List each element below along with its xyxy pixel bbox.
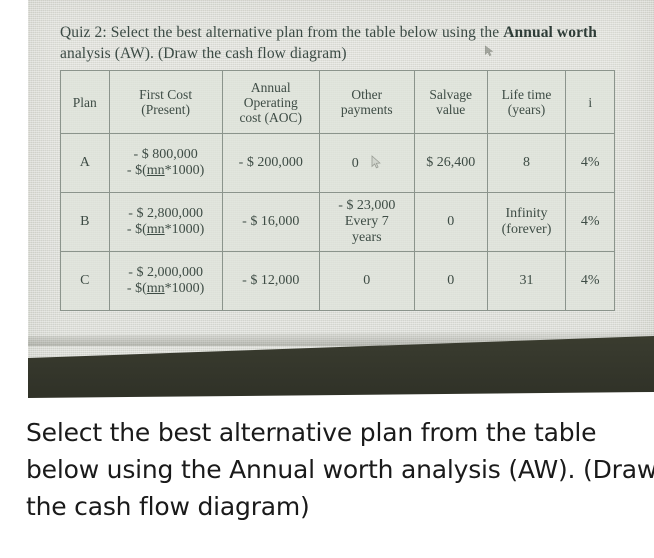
col-header-salvage-line1: Salvage [429,87,473,102]
mouse-pointer-icon [371,154,382,169]
col-header-life-line1: Life time [501,87,552,102]
cell-interest-rate: 4% [565,251,615,311]
cell-other-payments: 0 [318,133,415,193]
cell-salvage-value: $ 26,400 [413,133,488,193]
scanned-worksheet-photo: Quiz 2: Select the best alternative plan… [0,0,654,400]
cell-salvage-text: 0 [447,273,455,288]
table-header-row: Plan First Cost (Present) Annual Operati… [60,70,615,134]
cell-plan-value: B [80,214,90,229]
col-header-aoc-line3: cost (AOC) [239,109,303,125]
cell-aoc: - $ 200,000 [221,133,320,193]
table-body: A - $ 800,000 - $(mn*1000) - $ 200,000 0… [60,133,615,311]
col-header-other-payments: Other payments [318,70,415,134]
cell-interest-value: 4% [580,155,600,170]
col-header-salvage-value: Salvage value [413,70,488,134]
cell-first-cost-line2: - $(mn*1000) [126,222,205,237]
col-header-first-cost-line2: (Present) [141,102,190,117]
cell-life-line2: (forever) [501,222,552,237]
cell-plan-value: A [79,155,90,170]
cell-other-line1: - $ 23,000 [338,198,396,213]
cell-interest-rate: 4% [565,192,615,252]
col-header-other-line2: payments [340,102,393,117]
cell-plan-value: C [80,273,90,288]
cell-salvage-value: 0 [413,251,488,311]
col-header-plan: Plan [60,70,110,134]
quiz-heading-bold: Annual worth [503,24,598,41]
cell-other-payments: - $ 23,000 Every 7 years [318,192,415,252]
cell-salvage-text: $ 26,400 [426,155,476,170]
alternatives-table: Plan First Cost (Present) Annual Operati… [60,70,615,311]
col-header-salvage-line2: value [436,102,466,117]
cell-plan: B [60,192,110,252]
table-row: C - $ 2,000,000 - $(mn*1000) - $ 12,000 … [60,251,615,311]
cell-other-payments: 0 [318,251,415,311]
cell-aoc: - $ 12,000 [221,251,320,311]
cell-first-cost-line1: - $ 800,000 [133,147,198,162]
cell-other-line2: Every 7 [344,214,389,229]
cell-plan: A [60,133,110,193]
cell-life-line1: Infinity [505,206,548,221]
cell-salvage-value: 0 [413,192,488,252]
cell-life-time: 31 [486,251,567,311]
table-row: A - $ 800,000 - $(mn*1000) - $ 200,000 0… [60,133,615,193]
cell-aoc-value: - $ 12,000 [242,273,300,288]
col-header-life-line2: (years) [507,102,546,117]
cell-aoc: - $ 16,000 [221,192,320,252]
cell-interest-value: 4% [580,273,600,288]
caption-text: Select the best alternative plan from th… [26,418,654,521]
cell-life-time: 8 [486,133,567,193]
col-header-first-cost-line1: First Cost [139,87,193,102]
cell-life-line1: 31 [519,273,534,288]
col-header-interest-label: i [588,94,593,110]
cell-other-line3: years [352,230,382,245]
col-header-aoc-line1: Annual [250,79,291,95]
cell-life-time: Infinity (forever) [486,192,567,252]
cell-first-cost-line1: - $ 2,000,000 [128,265,203,280]
col-header-aoc: Annual Operating cost (AOC) [221,70,320,134]
cell-other-value: 0 [363,273,371,288]
cell-aoc-value: - $ 200,000 [238,155,303,170]
col-header-interest-rate: i [565,70,615,134]
cell-first-cost: - $ 2,000,000 - $(mn*1000) [108,251,223,311]
cell-plan: C [60,251,110,311]
cell-first-cost-line2: - $(mn*1000) [126,163,205,178]
col-header-plan-label: Plan [72,94,97,110]
col-header-aoc-line2: Operating [243,94,298,110]
cell-first-cost: - $ 800,000 - $(mn*1000) [108,133,223,193]
col-header-life-time: Life time (years) [486,70,567,134]
quiz-heading: Quiz 2: Select the best alternative plan… [60,22,630,64]
col-header-other-line1: Other [351,87,383,102]
quiz-heading-suffix: analysis (AW). (Draw the cash flow diagr… [60,45,347,62]
cell-first-cost-line1: - $ 2,800,000 [128,206,203,221]
cell-interest-rate: 4% [565,133,615,193]
cell-aoc-value: - $ 16,000 [242,214,300,229]
cell-salvage-text: 0 [447,214,455,229]
col-header-first-cost: First Cost (Present) [108,70,223,134]
quiz-heading-prefix: Quiz 2: Select the best alternative plan… [60,24,504,41]
table-row: B - $ 2,800,000 - $(mn*1000) - $ 16,000 … [60,192,615,252]
cell-first-cost: - $ 2,800,000 - $(mn*1000) [108,192,223,252]
mouse-pointer-icon [484,44,495,57]
cell-first-cost-line2: - $(mn*1000) [126,281,205,296]
cell-interest-value: 4% [580,214,600,229]
cell-other-value: 0 [351,155,359,171]
cell-life-line1: 8 [523,155,530,170]
